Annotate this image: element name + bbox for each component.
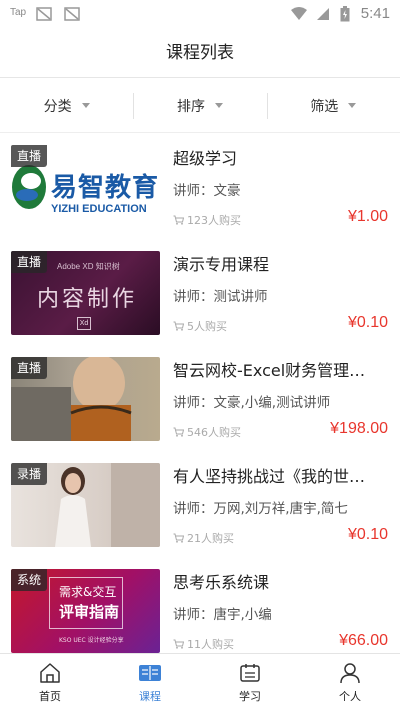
thumb-footer: KSO UEC 设计经验分享 [59,637,124,644]
thumb-line: 评审指南 [59,603,120,621]
filter-screen[interactable]: 筛选 [266,79,400,132]
course-price: ¥1.00 [347,208,388,225]
wifi-icon [291,7,307,20]
buyers-count: 21人购买 [187,532,234,545]
tab-label: 学习 [239,689,261,703]
course-type-badge: 直播 [11,357,48,379]
course-buyers: 546人购买 [173,424,241,440]
filter-label: 排序 [176,98,205,115]
carrier-label: Tap [10,7,27,18]
course-buyers: 5人购买 [173,318,227,334]
course-teacher: 讲师：测试讲师 [173,289,268,305]
signal-icon [317,8,329,20]
filter-category[interactable]: 分类 [0,79,133,132]
course-price: ¥0.10 [347,526,388,543]
course-buyers: 21人购买 [173,530,234,546]
course-title[interactable]: 超级学习 [173,145,388,169]
course-item[interactable]: 录播 有人坚持挑战过《我的世… 讲师：万网,刘万祥,唐宇,简七 21人购买 ¥0… [0,451,400,557]
course-type-badge: 录播 [11,463,48,485]
notification-icon [36,7,52,21]
filter-bar: 分类 排序 筛选 [0,79,400,133]
course-item[interactable]: 直播 智云网校-Excel财务管理… 讲师：文豪,小编,测试讲师 546人购买 … [0,345,400,451]
filter-label: 筛选 [310,98,339,115]
tab-label: 首页 [39,689,61,703]
course-buyers: 123人购买 [173,212,241,228]
battery-icon [340,6,350,22]
tab-home[interactable]: 首页 [0,654,100,711]
course-type-badge: 直播 [11,251,48,273]
course-title[interactable]: 思考乐系统课 [173,569,388,593]
course-price: ¥66.00 [339,632,388,649]
course-buyers: 11人购买 [173,636,234,652]
course-teacher: 讲师：文豪,小编,测试讲师 [173,395,331,411]
bottom-tab-bar: 首页 课程 学习 个人 [0,653,400,711]
thumb-caption: Adobe XD 知识树 [57,262,120,271]
cart-icon [173,639,184,649]
course-title[interactable]: 演示专用课程 [173,251,388,275]
buyers-count: 546人购买 [187,426,241,439]
thumb-line: 需求&交互 [59,585,117,599]
cart-icon [173,427,184,437]
course-teacher: 讲师：万网,刘万祥,唐宇,简七 [173,501,348,517]
course-icon [139,664,161,681]
cart-icon [173,321,184,331]
course-price: ¥198.00 [330,420,388,437]
caret-down-icon [81,103,90,108]
course-type-badge: 直播 [11,145,48,167]
course-title[interactable]: 有人坚持挑战过《我的世… [173,463,388,487]
cart-icon [173,533,184,543]
filter-sort[interactable]: 排序 [133,79,266,132]
tab-courses[interactable]: 课程 [100,654,200,711]
cart-icon [173,215,184,225]
course-thumbnail: 直播 [11,357,160,441]
tab-study[interactable]: 学习 [200,654,300,711]
course-price: ¥0.10 [347,314,388,331]
course-item[interactable]: Adobe XD 知识树 内容制作 Xd 直播 演示专用课程 讲师：测试讲师 5… [0,239,400,345]
filter-label: 分类 [43,98,72,115]
caret-down-icon [214,103,223,108]
course-title[interactable]: 智云网校-Excel财务管理… [173,357,388,381]
status-bar: Tap 5:41 [0,0,400,28]
course-item[interactable]: 需求&交互 评审指南 KSO UEC 设计经验分享 系统 思考乐系统课 讲师：唐… [0,557,400,653]
course-teacher: 讲师：文豪 [173,183,241,199]
course-thumbnail: 需求&交互 评审指南 KSO UEC 设计经验分享 系统 [11,569,160,653]
title-bar: 课程列表 [0,28,400,78]
tab-profile[interactable]: 个人 [300,654,400,711]
page-title: 课程列表 [166,43,234,63]
caret-down-icon [348,103,357,108]
logo-text-en: YIZHI EDUCATION [51,203,147,215]
study-icon [240,663,260,682]
tab-label: 课程 [139,689,161,703]
notification-icon [64,7,80,21]
tab-label: 个人 [339,689,361,703]
course-type-badge: 系统 [11,569,48,591]
buyers-count: 5人购买 [187,320,227,333]
thumb-headline: 内容制作 [37,287,138,312]
home-icon [40,662,60,683]
course-list[interactable]: 易智教育 YIZHI EDUCATION 直播 超级学习 讲师：文豪 123人购… [0,133,400,653]
xd-badge: Xd [77,317,91,330]
course-thumbnail: Adobe XD 知识树 内容制作 Xd 直播 [11,251,160,335]
buyers-count: 11人购买 [187,638,234,651]
course-thumbnail: 录播 [11,463,160,547]
course-thumbnail: 易智教育 YIZHI EDUCATION 直播 [11,145,160,229]
clock: 5:41 [360,5,390,22]
person-icon [340,662,360,683]
logo-text-cn: 易智教育 [51,173,160,203]
course-item[interactable]: 易智教育 YIZHI EDUCATION 直播 超级学习 讲师：文豪 123人购… [0,133,400,239]
buyers-count: 123人购买 [187,214,241,227]
course-teacher: 讲师：唐宇,小编 [173,607,272,623]
